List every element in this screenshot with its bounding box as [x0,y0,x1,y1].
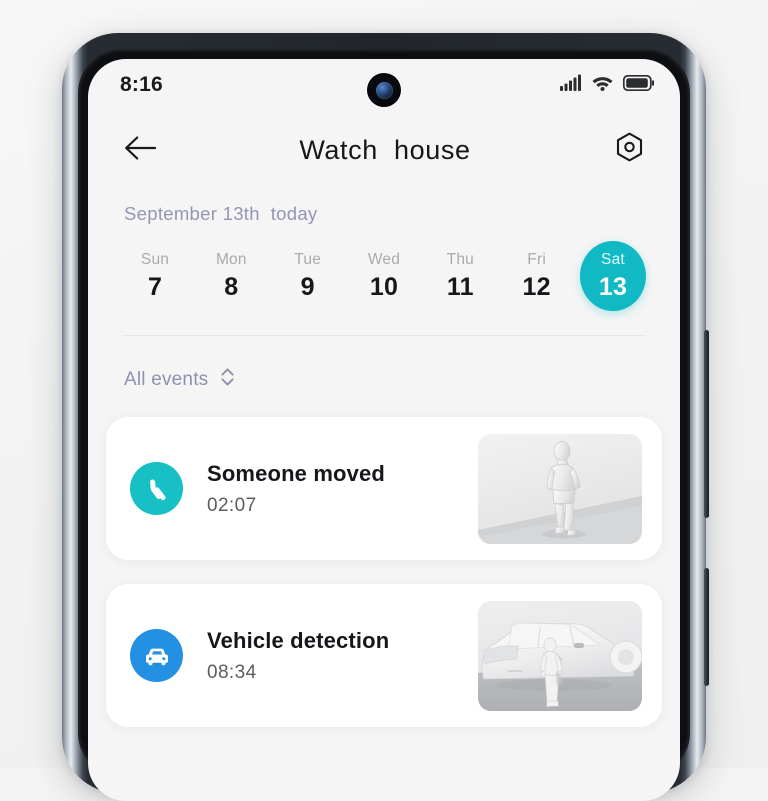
status-bar: 8:16 [88,59,680,111]
settings-button[interactable] [608,128,652,172]
day-of-month-label: 11 [446,272,474,301]
battery-icon [622,74,654,96]
event-title: Someone moved [207,460,385,486]
sort-chevrons-icon [219,366,236,393]
day-of-month-label: 13 [598,272,628,301]
day-of-month-label: 12 [522,272,551,301]
back-arrow-icon [124,135,157,166]
day-of-month-label: 8 [224,272,239,301]
day-of-month-label: 10 [369,272,399,301]
front-camera-punch-hole [367,73,401,107]
phone-device-frame: 8:16 Watch house September 13th today Su… [62,33,709,801]
day-cell-sun[interactable]: Sun 7 [122,241,188,311]
day-of-month-label: 9 [300,272,315,301]
event-text-block: Someone moved 02:07 [183,461,478,517]
event-card[interactable]: Vehicle detection 08:34 [106,584,662,727]
settings-hex-icon [613,131,646,169]
volume-rocker-button[interactable] [704,330,709,518]
day-cell-tue[interactable]: Tue 9 [275,241,341,311]
day-of-week-label: Wed [367,250,401,268]
week-day-strip: Sun 7 Mon 8 Tue 9 Wed 10 Thu 11 Fri 12 Sat 13 [122,241,646,311]
day-of-week-label: Thu [446,250,474,268]
event-filter-button[interactable]: All events [88,336,270,393]
day-of-week-label: Sat [601,250,625,268]
signal-bars-icon [560,74,582,96]
wifi-icon [591,74,614,96]
car-front-icon [130,629,183,682]
power-button[interactable] [704,568,709,686]
event-card[interactable]: Someone moved 02:07 [106,417,662,560]
date-section: September 13th today Sun 7 Mon 8 Tue 9 Wed 10 Th… [88,189,680,311]
date-caption: September 13th today [124,203,318,224]
day-cell-wed[interactable]: Wed 10 [351,241,417,311]
phone-screen: 8:16 Watch house September 13th today Su… [88,59,680,801]
status-bar-icons [560,74,654,96]
day-of-week-label: Mon [215,250,247,268]
camera-lens [375,81,393,99]
day-of-week-label: Fri [527,250,546,268]
event-filter-label: All events [124,368,209,390]
day-cell-mon[interactable]: Mon 8 [198,241,264,311]
back-button[interactable] [118,128,162,172]
status-bar-clock: 8:16 [120,73,163,96]
event-list: Someone moved 02:07 Vehicle detection 08:34 [88,393,680,727]
day-cell-fri[interactable]: Fri 12 [504,241,570,311]
day-of-week-label: Tue [294,250,322,268]
event-time: 02:07 [207,494,257,516]
person-walking-thumbnail[interactable] [478,433,642,544]
car-with-person-thumbnail[interactable] [478,600,642,711]
event-text-block: Vehicle detection 08:34 [183,628,478,684]
event-time: 08:34 [207,661,257,683]
day-of-week-label: Sun [140,250,170,268]
page-title: Watch house [299,134,471,165]
day-cell-sat[interactable]: Sat 13 [579,241,646,311]
day-cell-thu[interactable]: Thu 11 [427,241,493,311]
app-header: Watch house [88,111,680,189]
walking-person-icon [130,462,183,515]
day-of-month-label: 7 [147,272,163,301]
event-title: Vehicle detection [207,627,390,653]
